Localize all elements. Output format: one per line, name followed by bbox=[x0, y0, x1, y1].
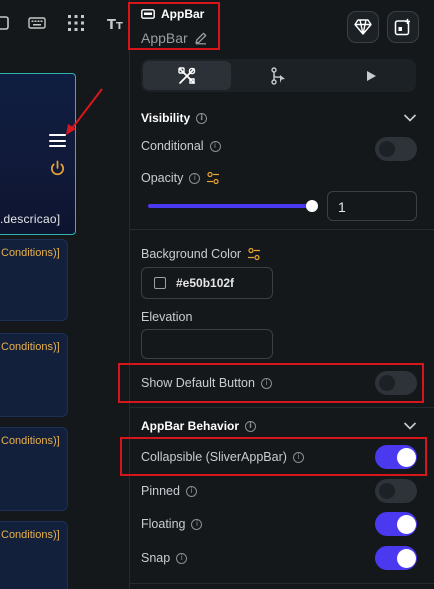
tab-actions[interactable] bbox=[235, 61, 323, 90]
card-condition-text: Conditions)] bbox=[1, 435, 60, 447]
collapsible-row: Collapsible (SliverAppBar) bbox=[141, 450, 304, 464]
pinned-label: Pinned bbox=[141, 484, 180, 498]
opacity-input[interactable]: 1 bbox=[327, 191, 417, 221]
show-default-button-toggle[interactable] bbox=[375, 371, 417, 395]
info-icon[interactable] bbox=[189, 172, 201, 184]
background-color-input[interactable]: #e50b102f bbox=[141, 267, 273, 299]
show-default-button-label: Show Default Button bbox=[141, 376, 255, 390]
info-icon[interactable] bbox=[260, 377, 272, 389]
elevation-row: Elevation bbox=[141, 310, 192, 324]
visibility-section-title[interactable]: Visibility bbox=[141, 111, 208, 125]
tab-properties[interactable] bbox=[143, 61, 231, 90]
svg-text:T: T bbox=[107, 18, 116, 32]
chevron-down-icon[interactable] bbox=[403, 421, 417, 431]
card-condition-text: Conditions)] bbox=[1, 247, 60, 259]
canvas-toolbar: TT bbox=[0, 0, 129, 50]
widget-add-icon bbox=[394, 18, 410, 36]
opacity-row: Opacity bbox=[141, 171, 220, 185]
grid-icon[interactable] bbox=[67, 14, 85, 32]
card-condition-text: Conditions)] bbox=[1, 529, 60, 541]
properties-panel: AppBar AppBar Visibility Conditional Opa… bbox=[118, 0, 434, 589]
info-icon[interactable] bbox=[196, 112, 208, 124]
conditional-toggle[interactable] bbox=[375, 137, 417, 161]
snap-row: Snap bbox=[141, 551, 188, 565]
info-icon[interactable] bbox=[292, 451, 304, 463]
widget-type-label: AppBar bbox=[161, 7, 205, 21]
elevation-input[interactable] bbox=[141, 329, 273, 359]
color-hex-value: #e50b102f bbox=[176, 276, 235, 290]
appbar-behavior-section-title[interactable]: AppBar Behavior bbox=[141, 419, 257, 433]
snap-toggle[interactable] bbox=[375, 546, 417, 570]
divider bbox=[130, 407, 434, 408]
gem-button[interactable] bbox=[347, 11, 379, 43]
background-color-label: Background Color bbox=[141, 247, 242, 261]
divider bbox=[130, 583, 434, 584]
floating-row: Floating bbox=[141, 517, 203, 531]
toggle-knob bbox=[379, 375, 395, 391]
toggle-knob bbox=[379, 141, 395, 157]
conditional-label: Conditional bbox=[141, 139, 204, 153]
appbar-behavior-title-text: AppBar Behavior bbox=[141, 419, 240, 433]
info-icon[interactable] bbox=[176, 552, 188, 564]
play-icon bbox=[366, 70, 376, 81]
info-icon[interactable] bbox=[245, 420, 257, 432]
pinned-row: Pinned bbox=[141, 484, 197, 498]
panel-tabs bbox=[141, 59, 416, 92]
widget-name-label: AppBar bbox=[141, 30, 188, 46]
divider bbox=[130, 229, 434, 230]
appbar-icon bbox=[141, 9, 155, 19]
show-default-button-row: Show Default Button bbox=[141, 376, 272, 390]
flow-icon bbox=[271, 66, 285, 85]
toggle-knob bbox=[379, 483, 395, 499]
floating-label: Floating bbox=[141, 517, 186, 531]
description-binding-text: .descricao] bbox=[0, 212, 61, 226]
power-icon[interactable] bbox=[49, 159, 66, 177]
elevation-label: Elevation bbox=[141, 310, 193, 324]
tools-icon bbox=[178, 66, 196, 84]
toggle-knob bbox=[397, 447, 416, 467]
list-card[interactable]: Conditions)] bbox=[0, 521, 68, 589]
add-widget-button[interactable] bbox=[387, 11, 419, 43]
variable-binding-icon[interactable] bbox=[206, 171, 220, 185]
widget-type-title: AppBar bbox=[141, 7, 204, 21]
collapsible-toggle[interactable] bbox=[375, 445, 417, 469]
tab-preview[interactable] bbox=[327, 61, 414, 90]
card-condition-text: Conditions)] bbox=[1, 341, 60, 353]
annotation-arrow bbox=[66, 88, 103, 135]
opacity-slider-track[interactable] bbox=[148, 204, 311, 208]
keyboard-icon[interactable] bbox=[28, 14, 46, 32]
color-swatch[interactable] bbox=[154, 277, 166, 289]
conditional-row: Conditional bbox=[141, 139, 221, 153]
diamond-icon bbox=[354, 19, 372, 35]
opacity-label: Opacity bbox=[141, 171, 184, 185]
device-icon[interactable] bbox=[0, 14, 12, 32]
toggle-knob bbox=[397, 514, 416, 534]
pinned-toggle[interactable] bbox=[375, 479, 417, 503]
info-icon[interactable] bbox=[191, 518, 203, 530]
visibility-title-text: Visibility bbox=[141, 111, 191, 125]
variable-binding-icon[interactable] bbox=[247, 247, 261, 261]
chevron-down-icon[interactable] bbox=[403, 113, 417, 123]
widget-name[interactable]: AppBar bbox=[141, 30, 208, 46]
snap-label: Snap bbox=[141, 551, 171, 565]
floating-toggle[interactable] bbox=[375, 512, 417, 536]
list-card[interactable]: Conditions)] bbox=[0, 333, 68, 417]
list-card[interactable]: Conditions)] bbox=[0, 239, 68, 321]
edit-icon[interactable] bbox=[194, 31, 208, 45]
svg-text:T: T bbox=[116, 21, 123, 32]
background-color-row: Background Color bbox=[141, 247, 261, 261]
toggle-knob bbox=[397, 548, 416, 568]
text-size-icon[interactable]: TT bbox=[106, 14, 124, 32]
list-card[interactable]: Conditions)] bbox=[0, 427, 68, 511]
opacity-slider-thumb[interactable] bbox=[306, 200, 318, 212]
info-icon[interactable] bbox=[209, 140, 221, 152]
info-icon[interactable] bbox=[185, 485, 197, 497]
canvas-area: TT .descricao] Conditions)] Conditions)]… bbox=[0, 0, 129, 589]
collapsible-label: Collapsible (SliverAppBar) bbox=[141, 450, 287, 464]
